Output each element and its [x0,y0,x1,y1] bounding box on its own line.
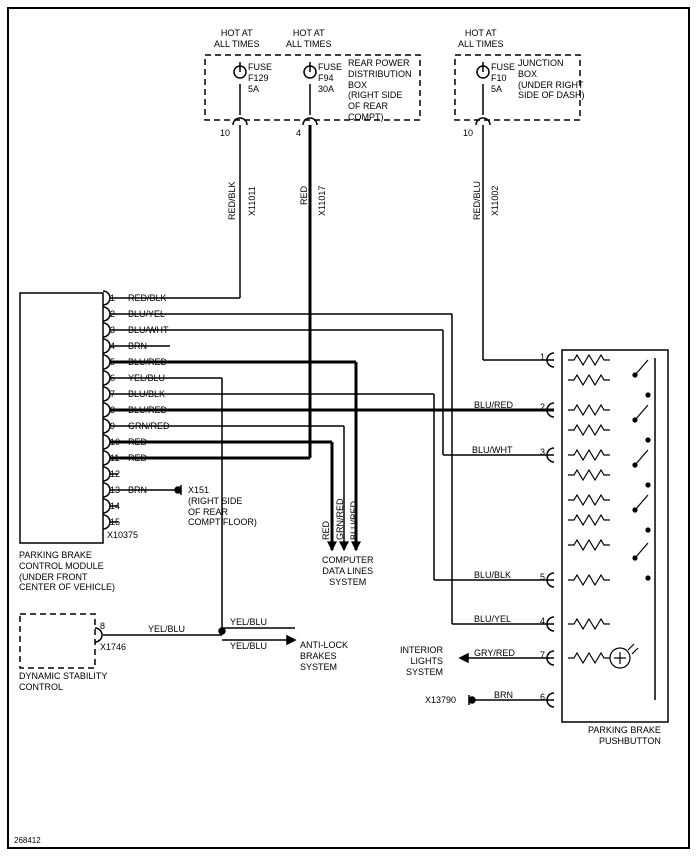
parking-brake-module-label: PARKING BRAKE CONTROL MODULE (UNDER FRON… [19,550,115,593]
pb-pin-7: 7 [540,650,545,661]
pb-pin-2: 2 [540,402,545,413]
computer-data-label: COMPUTER DATA LINES SYSTEM [322,555,374,587]
fuse-f129-label: FUSEF1295A [248,62,272,94]
hot-label-1: HOT AT ALL TIMES [214,28,260,50]
pb-pin-3: 3 [540,447,545,458]
module-pin-6-color: YEL/BLU [128,373,165,384]
pb-pin-4: 4 [540,616,545,627]
wiring-diagram: HOT AT ALL TIMES HOT AT ALL TIMES HOT AT… [0,0,697,856]
module-pin-1: 1 [110,293,115,304]
fuse-f10-label: FUSEF105A [491,62,515,94]
yelblu-1: YEL/BLU [148,624,185,635]
junction-box-label: JUNCTION BOX (UNDER RIGHT SIDE OF DASH) [518,58,585,101]
module-pin-15: 15 [110,517,120,528]
x11017: X11017 [317,186,328,216]
module-pin-5-color: BLU/RED [128,357,167,368]
module-pin-7-color: BLU/BLK [128,389,165,400]
wire-redblu-v: RED/BLU [472,181,483,220]
rear-power-box-label: REAR POWER DISTRIBUTION BOX (RIGHT SIDE … [348,58,412,123]
conn-8: 8 [100,621,105,632]
diagram-id: 268412 [14,836,41,846]
x11002: X11002 [490,186,501,216]
anti-lock-brakes-label: ANTI-LOCK BRAKES SYSTEM [300,640,348,672]
module-pin-4-color: BRN [128,341,147,352]
pin-4: 4 [296,128,301,139]
module-pin-13-color: BRN [128,485,147,496]
pb-blu-red: BLU/RED [474,400,513,411]
wire-redblk-v: RED/BLK [227,181,238,220]
v-blured: BLU/RED [349,501,360,540]
module-pin-2: 2 [110,309,115,320]
x11011: X11011 [247,186,258,216]
pb-gry-red: GRY/RED [474,648,515,659]
module-pin-2-color: BLU/YEL [128,309,165,320]
module-pin-13: 13 [110,485,120,496]
module-pin-12: 12 [110,469,120,480]
yelblu-2: YEL/BLU [230,617,267,628]
wire-red-v: RED [299,186,310,205]
v-red: RED [321,521,332,540]
pb-blu-yel: BLU/YEL [474,614,511,625]
module-pin-9-color: GRN/RED [128,421,170,432]
pb-blu-blk: BLU/BLK [474,570,511,581]
module-pin-3: 3 [110,325,115,336]
module-pin-5: 5 [110,357,115,368]
x13790: X13790 [425,695,456,706]
module-pin-3-color: BLU/WHT [128,325,169,336]
hot-label-3: HOT AT ALL TIMES [458,28,504,50]
dynamic-stability-label: DYNAMIC STABILITY CONTROL [19,671,107,693]
pin-10-b: 10 [463,128,473,139]
pin-10-a: 10 [220,128,230,139]
module-pin-10-color: RED [128,437,147,448]
module-pin-7: 7 [110,389,115,400]
x1746: X1746 [100,642,126,653]
pb-brn: BRN [494,690,513,701]
module-pin-9: 9 [110,421,115,432]
module-pin-14: 14 [110,501,120,512]
module-pin-8-color: BLU/RED [128,405,167,416]
parking-brake-pushbutton-label: PARKING BRAKE PUSHBUTTON [588,725,661,747]
module-pin-11: 11 [110,453,119,464]
interior-lights-label: INTERIOR LIGHTS SYSTEM [400,645,443,677]
pb-blu-wht: BLU/WHT [472,445,513,456]
module-pin-8: 8 [110,405,115,416]
x151-label: X151 (RIGHT SIDE OF REAR COMPT FLOOR) [188,485,257,528]
module-pin-10: 10 [110,437,120,448]
pb-pin-5: 5 [540,572,545,583]
pb-pin-6: 6 [540,692,545,703]
v-grnred: GRN/RED [335,498,346,540]
module-pin-4: 4 [110,341,115,352]
x10375: X10375 [107,530,138,541]
pb-pin-1: 1 [540,352,545,363]
fuse-f94-label: FUSEF9430A [318,62,342,94]
module-pin-1-color: RED/BLK [128,293,167,304]
module-pin-11-color: RED [128,453,147,464]
yelblu-3: YEL/BLU [230,641,267,652]
module-pin-6: 6 [110,373,115,384]
hot-label-2: HOT AT ALL TIMES [286,28,332,50]
